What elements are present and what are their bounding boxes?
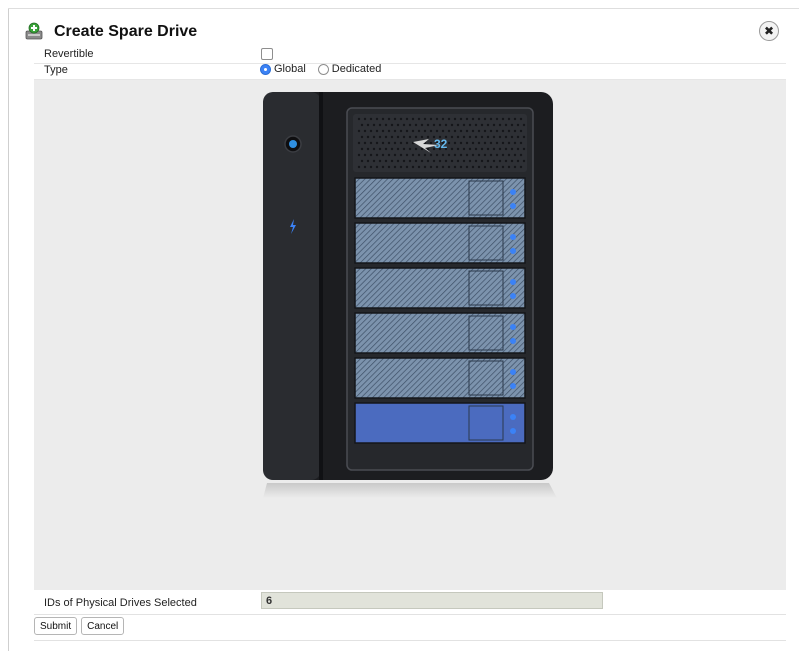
drive-status-led: [510, 383, 516, 389]
drive-status-led: [510, 369, 516, 375]
drive-status-led: [510, 189, 516, 195]
drive-status-led: [510, 234, 516, 240]
pegasus-raid-enclosure-image: 32: [263, 92, 557, 498]
drive-status-led: [510, 248, 516, 254]
device-image-panel: 32: [34, 80, 786, 590]
revertible-row: Revertible: [34, 47, 786, 64]
drive-status-led: [510, 428, 516, 434]
revertible-checkbox[interactable]: [261, 48, 273, 60]
drive-bay: [354, 177, 526, 219]
dialog-header: Create Spare Drive: [24, 18, 197, 46]
dialog-top-border: [8, 8, 799, 9]
dialog-actions: Submit Cancel: [34, 617, 128, 635]
dialog-left-border: [8, 8, 9, 651]
radio-selected-indicator: [260, 63, 271, 75]
drive-bay: [354, 312, 526, 354]
revertible-label: Revertible: [44, 48, 94, 60]
drive-status-led: [510, 203, 516, 209]
device-shadow: [263, 483, 557, 498]
drive-add-icon: [25, 22, 43, 40]
cancel-button[interactable]: Cancel: [81, 617, 125, 635]
drive-status-led: [510, 338, 516, 344]
device-badge: 32: [434, 137, 448, 151]
drives-selected-row: IDs of Physical Drives Selected 6: [34, 590, 786, 615]
type-dedicated-radio[interactable]: Dedicated: [317, 63, 382, 75]
type-radio-group: Global Dedicated: [260, 63, 393, 75]
drive-status-led: [510, 414, 516, 420]
type-dedicated-label: Dedicated: [331, 63, 382, 75]
type-global-label: Global: [274, 63, 306, 75]
drive-bay: [354, 402, 526, 444]
device-seam: [319, 92, 323, 480]
type-label: Type: [44, 64, 68, 76]
type-global-radio[interactable]: Global: [260, 63, 306, 75]
type-row: Type Global Dedicated: [34, 63, 786, 80]
drives-selected-label: IDs of Physical Drives Selected: [44, 597, 197, 609]
drive-status-led: [510, 279, 516, 285]
footer-divider: [34, 640, 786, 641]
submit-button[interactable]: Submit: [34, 617, 78, 635]
drives-selected-field[interactable]: 6: [261, 592, 603, 609]
close-icon: ✖: [763, 24, 775, 38]
drive-status-led: [510, 324, 516, 330]
drive-bay: [354, 222, 526, 264]
drive-bay: [354, 357, 526, 399]
radio-unselected-indicator: [317, 63, 329, 75]
close-button[interactable]: ✖: [759, 21, 779, 41]
power-led: [289, 140, 297, 148]
dialog-title: Create Spare Drive: [54, 23, 198, 40]
drive-status-led: [510, 293, 516, 299]
drive-bay: [354, 267, 526, 309]
